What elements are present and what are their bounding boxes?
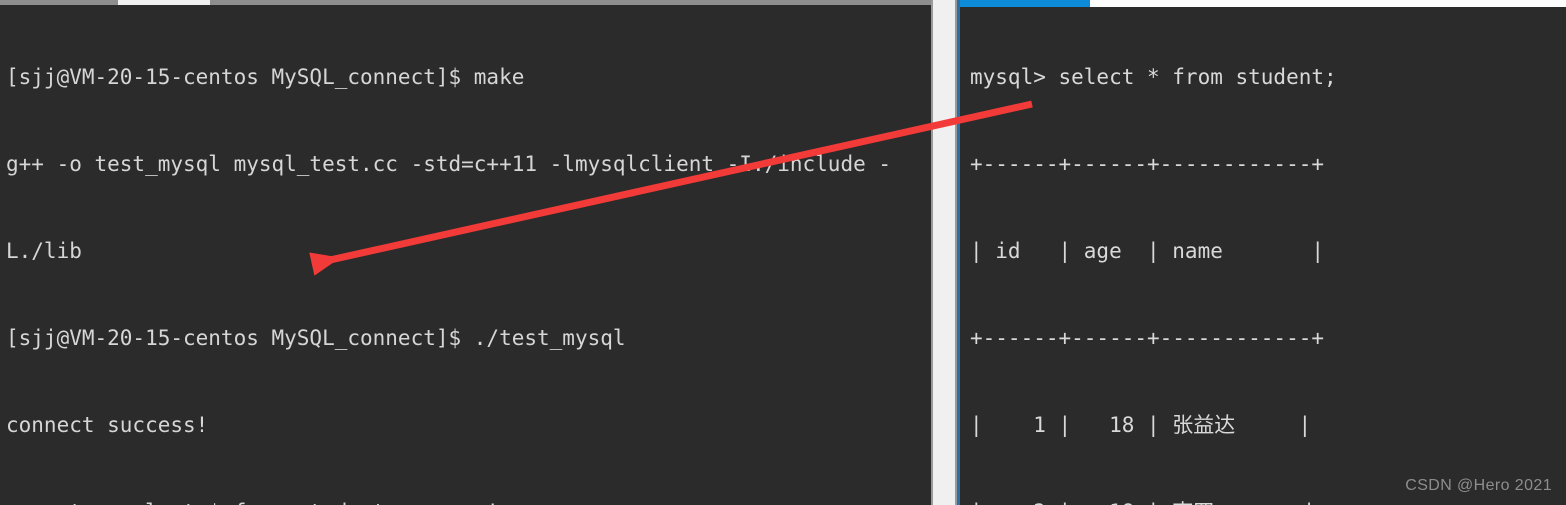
scrollbar-thumb[interactable]: [935, 0, 953, 505]
screenshot-root: [sjj@VM-20-15-centos MySQL_connect]$ mak…: [0, 0, 1566, 505]
terminal-line: g++ -o test_mysql mysql_test.cc -std=c++…: [6, 152, 892, 176]
terminal-line: connect success!: [6, 413, 209, 437]
terminal-line: [sjj@VM-20-15-centos MySQL_connect]$ mak…: [6, 65, 525, 89]
terminal-line: L./lib: [6, 239, 82, 263]
mysql-terminal-output: mysql> select * from student; +------+--…: [970, 5, 1566, 505]
watermark-label: CSDN @Hero 2021: [1405, 477, 1552, 494]
mysql-line: mysql> select * from student;: [970, 65, 1337, 89]
right-mysql-terminal[interactable]: mysql> select * from student; +------+--…: [957, 0, 1566, 505]
mysql-line: | 2 | 18 | 李四 |: [970, 498, 1566, 505]
mysql-line: | id | age | name |: [970, 239, 1325, 263]
mysql-line: +------+------+------------+: [970, 152, 1325, 176]
mysql-line: +------+------+------------+: [970, 326, 1325, 350]
terminal-line: execute: select * from student success!: [6, 498, 926, 505]
left-terminal-scrollbar[interactable]: [931, 0, 957, 505]
mysql-line: | 1 | 18 | 张益达 |: [970, 413, 1312, 437]
left-terminal-output: [sjj@VM-20-15-centos MySQL_connect]$ mak…: [6, 5, 926, 505]
terminal-line: [sjj@VM-20-15-centos MySQL_connect]$ ./t…: [6, 326, 626, 350]
left-shell-terminal[interactable]: [sjj@VM-20-15-centos MySQL_connect]$ mak…: [0, 0, 931, 505]
